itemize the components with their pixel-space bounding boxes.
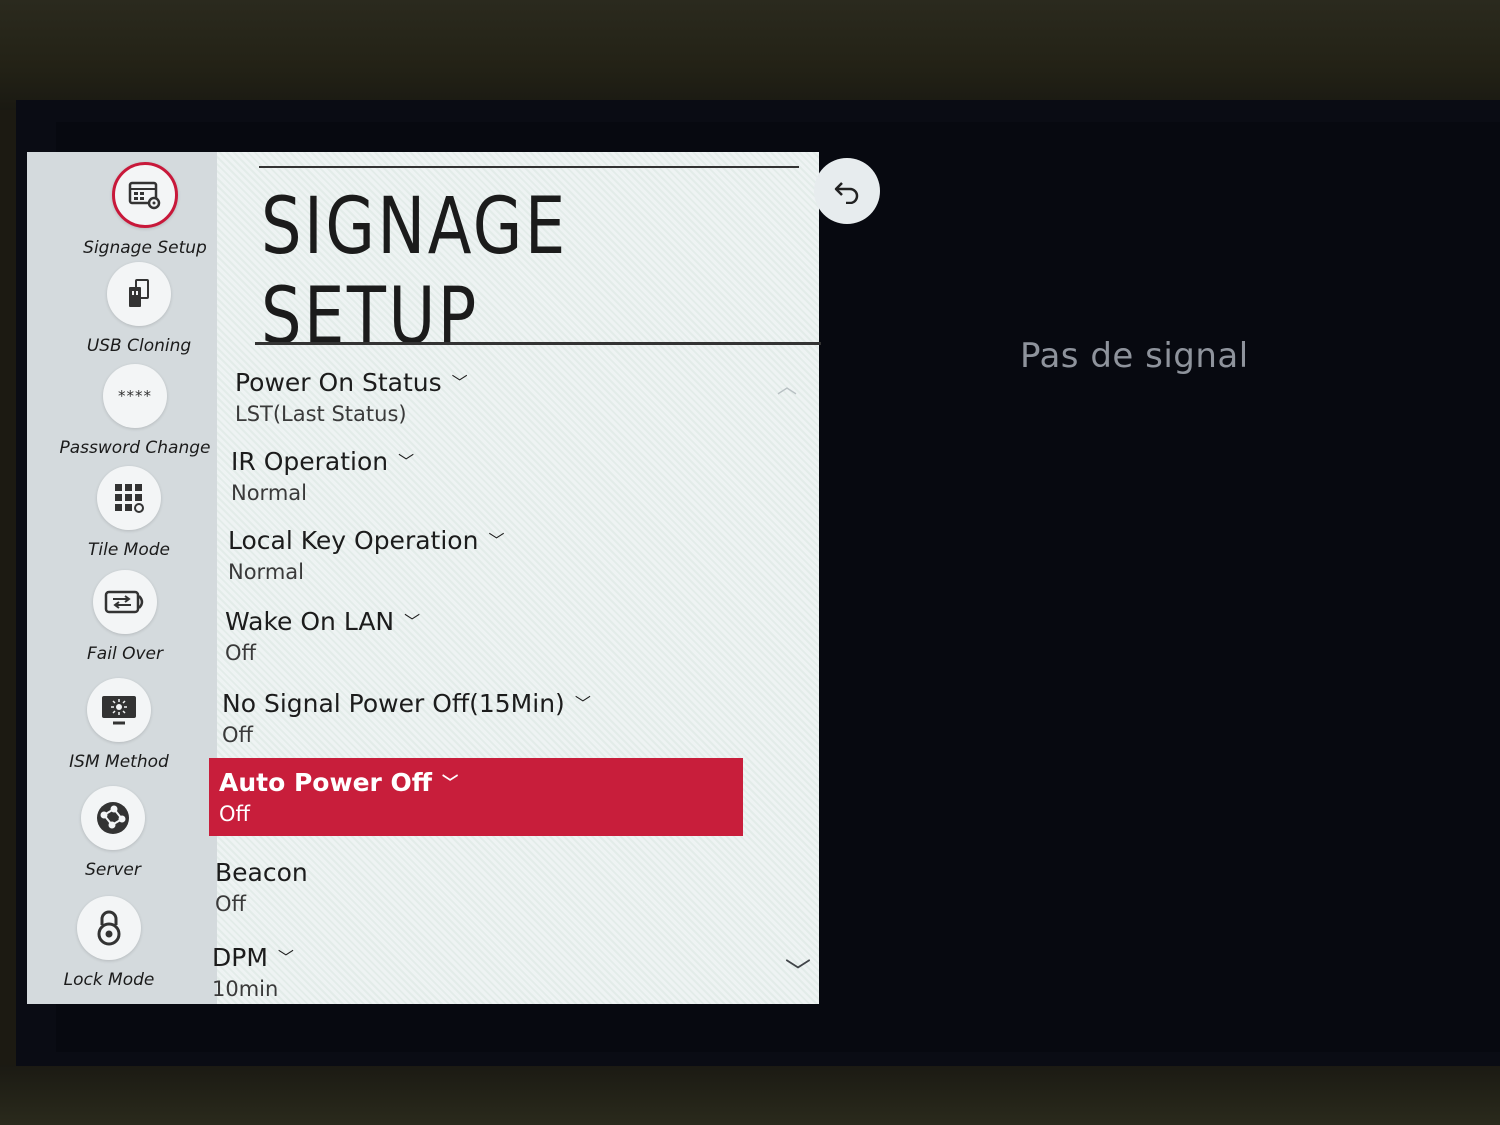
sidebar-item-label: ISM Method bbox=[69, 752, 169, 772]
setting-wake-on-lan[interactable]: Wake On LAN ﹀ Off bbox=[215, 603, 755, 677]
setting-value: Off bbox=[215, 892, 246, 916]
usb-cloning-icon bbox=[107, 262, 171, 326]
chevron-down-icon: ﹀ bbox=[574, 694, 591, 713]
setting-title: Power On Status ﹀ bbox=[235, 368, 468, 397]
server-icon bbox=[81, 786, 145, 850]
sidebar-item-server[interactable]: Server bbox=[33, 786, 193, 880]
setting-power-on-status[interactable]: Power On Status ﹀ LST(Last Status) bbox=[225, 364, 765, 438]
chevron-down-icon: ﹀ bbox=[404, 612, 421, 631]
setting-title: Local Key Operation ﹀ bbox=[228, 526, 505, 555]
sidebar-item-label: USB Cloning bbox=[86, 336, 192, 356]
chevron-down-icon: ﹀ bbox=[398, 452, 415, 471]
setting-title: IR Operation ﹀ bbox=[231, 447, 415, 476]
sidebar-item-label: Lock Mode bbox=[63, 970, 155, 990]
back-button[interactable] bbox=[814, 158, 880, 224]
tile-mode-icon bbox=[97, 466, 161, 530]
signage-setup-menu: Signage Setup USB Cloning **** Password … bbox=[27, 152, 821, 1004]
fail-over-icon bbox=[93, 570, 157, 634]
setting-local-key-operation[interactable]: Local Key Operation ﹀ Normal bbox=[218, 522, 758, 596]
page-title: SIGNAGE SETUP bbox=[261, 182, 568, 362]
setting-value: Off bbox=[225, 641, 256, 665]
title-divider-top bbox=[259, 166, 799, 168]
setting-title: Beacon bbox=[215, 858, 308, 887]
room-background-top bbox=[0, 0, 1500, 110]
sidebar-item-signage-setup[interactable]: Signage Setup bbox=[65, 162, 225, 258]
lock-icon bbox=[77, 896, 141, 960]
password-glyph: **** bbox=[118, 387, 152, 405]
setting-value: Normal bbox=[228, 560, 304, 584]
sidebar-item-label: Fail Over bbox=[87, 644, 163, 664]
setting-value: LST(Last Status) bbox=[235, 402, 407, 426]
setting-title: DPM ﹀ bbox=[212, 943, 294, 972]
setting-value: Off bbox=[222, 723, 253, 747]
chevron-down-icon: ﹀ bbox=[451, 373, 468, 392]
setting-title: No Signal Power Off(15Min) ﹀ bbox=[222, 689, 591, 718]
setting-value: 10min bbox=[212, 977, 279, 1001]
sidebar-item-lock-mode[interactable]: Lock Mode bbox=[29, 896, 189, 990]
password-icon: **** bbox=[103, 364, 167, 428]
chevron-down-icon: ﹀ bbox=[442, 773, 459, 792]
setting-ir-operation[interactable]: IR Operation ﹀ Normal bbox=[221, 443, 761, 517]
scroll-down-icon[interactable]: ﹀ bbox=[785, 952, 811, 989]
sidebar: Signage Setup USB Cloning **** Password … bbox=[27, 152, 217, 1004]
signage-setup-icon bbox=[112, 162, 178, 228]
sidebar-item-label: Server bbox=[85, 860, 141, 880]
chevron-down-icon: ﹀ bbox=[277, 948, 294, 967]
setting-value: Off bbox=[219, 802, 250, 826]
settings-panel: SIGNAGE SETUP ︿ Power On Status ﹀ LST(Las… bbox=[209, 152, 821, 1004]
ism-method-icon bbox=[87, 678, 151, 742]
sidebar-item-ism-method[interactable]: ISM Method bbox=[39, 678, 199, 772]
title-divider bbox=[255, 342, 821, 345]
setting-auto-power-off[interactable]: Auto Power Off ﹀ Off bbox=[209, 758, 743, 836]
sidebar-item-password-change[interactable]: **** Password Change bbox=[55, 364, 215, 458]
setting-value: Normal bbox=[231, 481, 307, 505]
room-background-bottom bbox=[0, 1065, 1500, 1125]
no-signal-message: Pas de signal bbox=[1020, 336, 1249, 376]
back-arrow-icon bbox=[834, 182, 859, 204]
sidebar-item-label: Password Change bbox=[59, 438, 211, 458]
setting-no-signal-power-off[interactable]: No Signal Power Off(15Min) ﹀ Off bbox=[212, 685, 752, 759]
sidebar-item-usb-cloning[interactable]: USB Cloning bbox=[59, 262, 219, 356]
sidebar-item-fail-over[interactable]: Fail Over bbox=[45, 570, 205, 664]
chevron-down-icon: ﹀ bbox=[488, 531, 505, 550]
setting-title: Auto Power Off ﹀ bbox=[219, 768, 459, 797]
setting-title: Wake On LAN ﹀ bbox=[225, 607, 421, 636]
setting-beacon[interactable]: Beacon Off bbox=[205, 854, 745, 928]
sidebar-item-label: Tile Mode bbox=[87, 540, 170, 560]
sidebar-item-label: Signage Setup bbox=[83, 238, 207, 258]
scroll-up-icon[interactable]: ︿ bbox=[777, 370, 797, 399]
sidebar-item-tile-mode[interactable]: Tile Mode bbox=[49, 466, 209, 560]
setting-dpm[interactable]: DPM ﹀ 10min bbox=[202, 939, 742, 1013]
